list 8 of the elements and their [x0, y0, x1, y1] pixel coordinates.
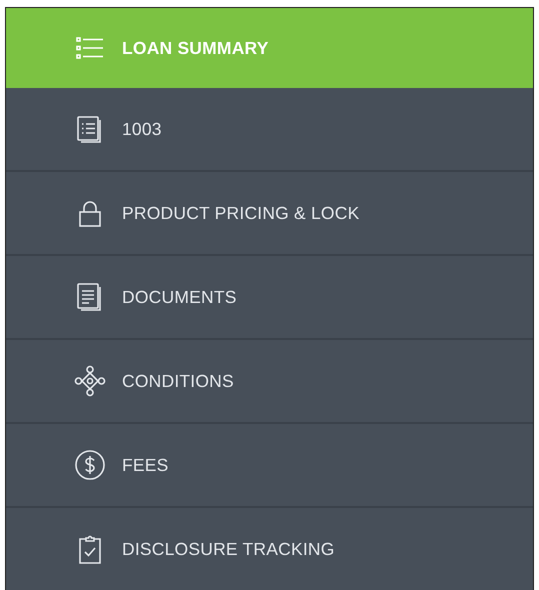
nav-item[interactable]: DISCLOSURE TRACKING [6, 508, 533, 590]
nav-item[interactable]: PRODUCT PRICING & LOCK [6, 172, 533, 256]
nav-item[interactable]: FEES [6, 424, 533, 508]
network-icon [72, 363, 108, 399]
nav-item[interactable]: DOCUMENTS [6, 256, 533, 340]
dollar-icon [72, 447, 108, 483]
nav-item[interactable]: 1003 [6, 88, 533, 172]
nav-item[interactable]: CONDITIONS [6, 340, 533, 424]
